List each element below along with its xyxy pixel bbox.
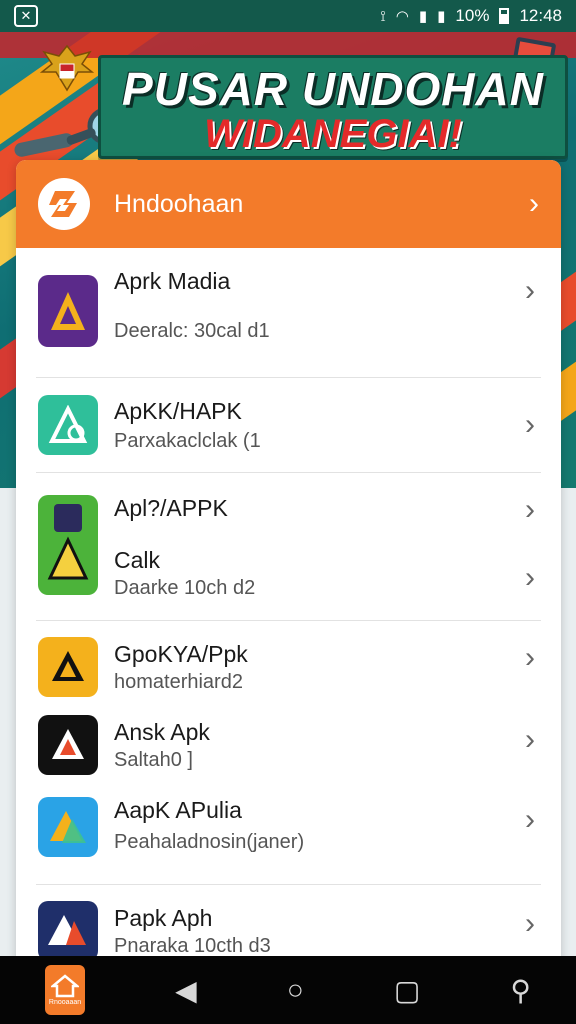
battery-text: 10% [455,6,490,25]
status-icons: ⟟ ◠ ▮ ▮ 10% 12:48 [380,6,562,26]
navigation-bar: Rnooaaan ◀ ○ ▢ ⚲ [0,956,576,1024]
chevron-right-icon: › [525,641,535,674]
list-item[interactable]: Ansk Apk Saltah0 ] › [36,709,541,787]
app-title: Ansk Apk [114,719,210,745]
app-list: Aprk Madia Deeralc: 30cal d1 › ApKK/HAPK… [16,248,561,960]
status-bar: ✕ ⟟ ◠ ▮ ▮ 10% 12:48 [0,0,576,32]
chevron-right-icon: › [525,803,535,836]
home-button[interactable]: Rnooaaan [45,965,86,1015]
banner-title: PUSAR UNDOHAN [122,63,544,115]
app-title: ApKK/HAPK [114,398,242,424]
chevron-right-icon: › [525,907,535,940]
clock: 12:48 [519,6,562,25]
app-title: AapK APulia [114,797,242,823]
chevron-right-icon: › [525,408,535,441]
home-label: Rnooaaan [48,999,82,1006]
list-item[interactable]: GpoKYA/Ppk homaterhiard2 › [36,621,541,709]
chevron-right-icon: › [525,493,535,526]
list-item[interactable]: Aprk Madia Deeralc: 30cal d1 › [36,248,541,378]
wifi-icon: ◠ [395,8,409,25]
app-icon [38,797,98,857]
chevron-right-icon: › [529,187,539,220]
app-subtitle: homaterhiard2 [114,671,243,693]
banner-subtitle: WIDANEGIAI! [204,112,462,156]
app-subtitle: Parxakaclclak (1 [114,430,261,452]
app-logo-icon [38,178,90,230]
signal-icon: ▮ [418,8,428,25]
app-icon [38,715,98,775]
app-subtitle: Daarke 10ch d2 [114,577,256,599]
back-button[interactable]: ◀ [175,974,197,1007]
app-title: Apl?/APPK [114,495,228,521]
banner-title-board: PUSAR UNDOHAN WIDANEGIAI! [98,55,568,159]
app-subtitle: Pnaraka 10cth d3 [114,935,271,957]
app-icon [38,495,98,595]
app-subtitle: Saltah0 ] [114,749,193,771]
card-header[interactable]: Hndoohaan › [16,160,561,248]
chevron-right-icon: › [525,723,535,756]
card-header-title: Hndoohaan [114,189,244,218]
app-icon [38,275,98,347]
notification-icon: ✕ [14,5,38,27]
chevron-right-icon: › [525,274,535,307]
list-item[interactable]: AapK APulia Peahaladnosin(janer) › [36,787,541,885]
app-subtitle: Peahaladnosin(janer) [114,831,305,853]
battery-icon [499,8,510,24]
app-icon [38,637,98,697]
app-title-secondary: Calk [114,547,161,573]
app-title: Aprk Madia [114,268,231,294]
app-subtitle: Deeralc: 30cal d1 [114,320,270,342]
list-item[interactable]: Apl?/APPK Calk Daarke 10ch d2 › › [36,473,541,621]
search-icon[interactable]: ⚲ [510,974,531,1007]
garuda-emblem-icon [40,44,94,92]
home-icon [51,974,80,998]
signal-icon-2: ▮ [437,8,446,25]
recents-button[interactable]: ▢ [394,974,420,1007]
vibrate-icon: ⟟ [380,7,386,25]
app-title: GpoKYA/Ppk [114,641,248,667]
download-card: Hndoohaan › Aprk Madia Deeralc: 30cal d1… [16,160,561,960]
app-icon [38,395,98,455]
home-circle-button[interactable]: ○ [287,974,304,1006]
app-title: Papk Aph [114,905,213,931]
list-item[interactable]: ApKK/HAPK Parxakaclclak (1 › [36,378,541,473]
chevron-right-icon: › [525,561,535,594]
app-icon [38,901,98,960]
list-item[interactable]: Papk Aph Pnaraka 10cth d3 › [36,885,541,960]
